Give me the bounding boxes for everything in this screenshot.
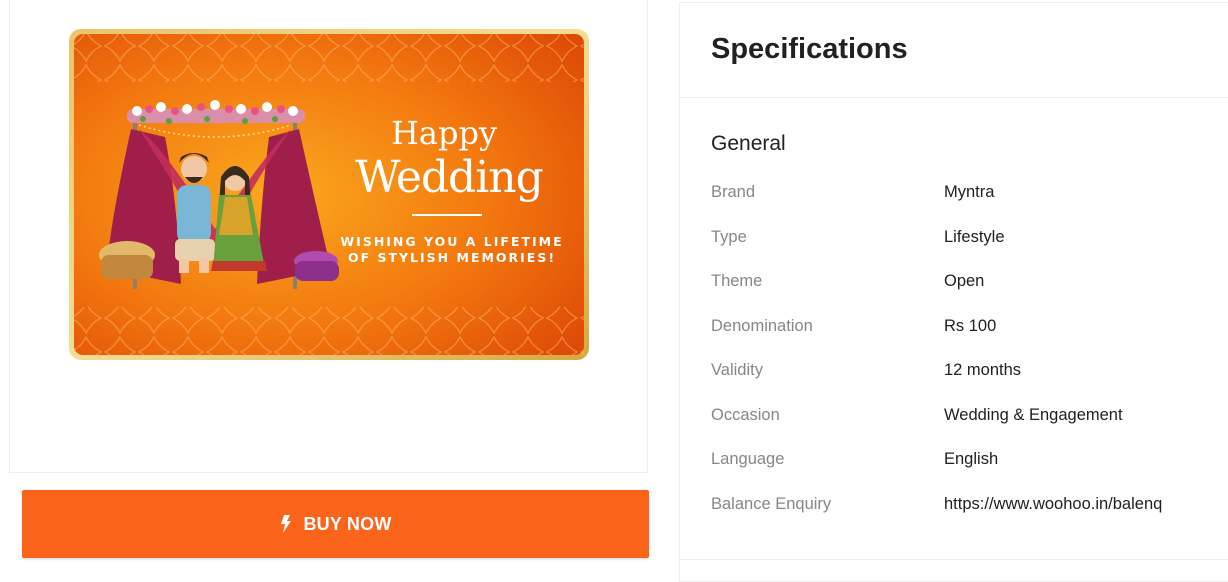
gift-card-image[interactable]: Happy Wedding WISHING YOU A LIFETIME OF …	[69, 29, 589, 360]
card-wish-text: WISHING YOU A LIFETIME OF STYLISH MEMORI…	[324, 234, 580, 266]
spec-key: Type	[711, 228, 747, 246]
buy-now-button[interactable]: BUY NOW	[22, 490, 649, 558]
product-image-panel: Happy Wedding WISHING YOU A LIFETIME OF …	[9, 0, 648, 473]
card-wish-line1: WISHING YOU A LIFETIME	[340, 234, 564, 249]
spec-key: Occasion	[711, 406, 780, 424]
spec-value: https://www.woohoo.in/balenq	[944, 495, 1163, 513]
spec-value: Myntra	[944, 183, 995, 201]
spec-key: Theme	[711, 272, 763, 290]
spec-key: Validity	[711, 361, 763, 379]
card-wish-line2: OF STYLISH MEMORIES!	[347, 250, 557, 265]
spec-value: English	[944, 450, 999, 468]
spec-key: Balance Enquiry	[711, 495, 832, 513]
spec-key: Language	[711, 450, 785, 468]
card-wedding-text: Wedding	[355, 152, 544, 203]
spec-value: Rs 100	[944, 317, 997, 335]
spec-key: Denomination	[711, 317, 813, 335]
card-text-overlay: Happy Wedding WISHING YOU A LIFETIME OF …	[69, 29, 589, 360]
spec-value: Open	[944, 272, 985, 290]
specifications-title: Specifications	[711, 33, 908, 65]
specifications-divider	[680, 559, 1228, 560]
card-divider	[412, 214, 482, 216]
specifications-panel: Specifications General Brand Myntra Type…	[679, 2, 1228, 582]
card-happy-text: Happy	[390, 114, 498, 152]
spec-value: Wedding & Engagement	[944, 406, 1123, 424]
spec-key: Brand	[711, 183, 756, 201]
spec-value: 12 months	[944, 361, 1022, 379]
spec-value: Lifestyle	[944, 228, 1005, 246]
lightning-bolt-icon	[281, 515, 292, 533]
buy-now-label: BUY NOW	[303, 513, 392, 534]
spec-group-title: General	[711, 132, 786, 155]
